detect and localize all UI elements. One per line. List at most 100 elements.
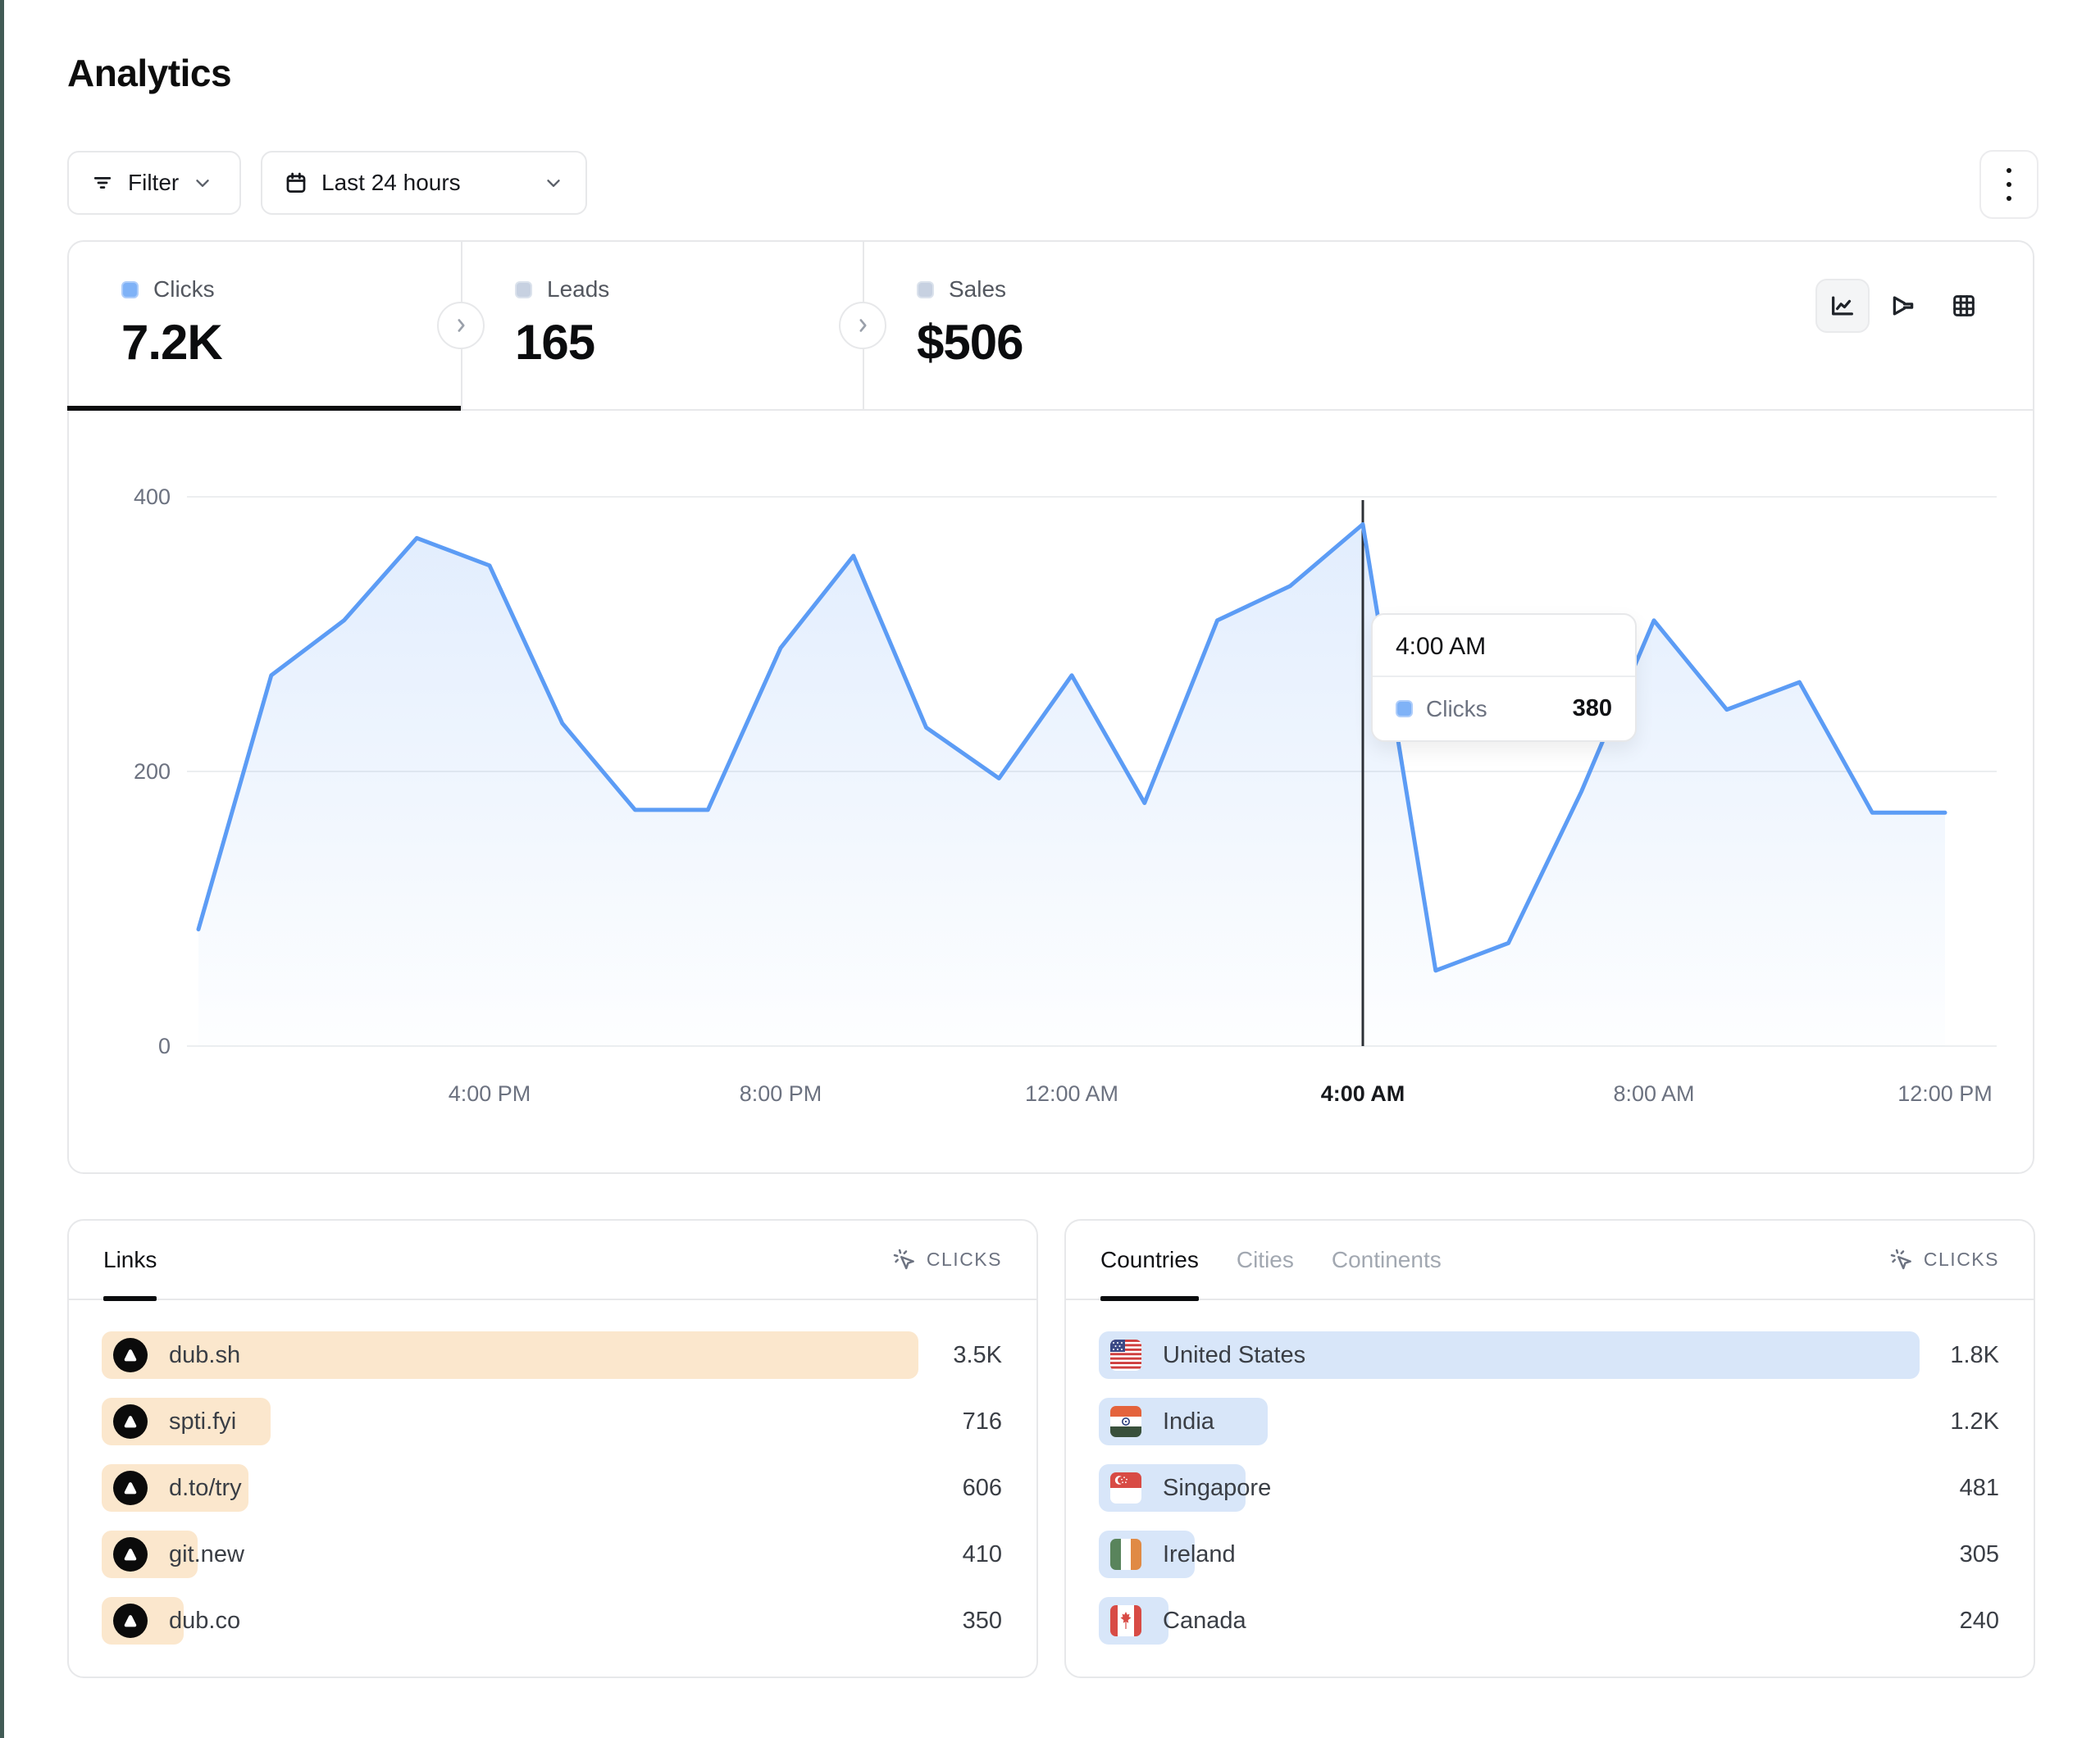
view-toggle-table[interactable]	[1937, 279, 1991, 333]
tooltip-legend-chip	[1396, 700, 1413, 717]
row-content: d.to/try	[113, 1464, 242, 1512]
funnel-icon	[1889, 292, 1917, 320]
link-row[interactable]: d.to/try 606	[102, 1464, 1002, 1512]
dub-logo-icon	[113, 1404, 148, 1439]
tooltip-value: 380	[1573, 695, 1612, 722]
link-row[interactable]: git.new 410	[102, 1531, 1002, 1578]
cursor-click-icon	[892, 1248, 917, 1272]
row-content: Canada	[1110, 1597, 1246, 1645]
sales-legend-chip	[917, 281, 934, 298]
tooltip-series-label: Clicks	[1426, 696, 1560, 722]
chevron-down-icon	[543, 172, 564, 193]
row-content: Singapore	[1110, 1464, 1271, 1512]
links-panel-header: Links CLICKS	[69, 1221, 1036, 1300]
links-rows: dub.sh 3.5K spti.fyi716 d.to/try 606 git.new 4…	[102, 1331, 1002, 1663]
link-row[interactable]: spti.fyi716	[102, 1398, 1002, 1445]
stat-tab-clicks[interactable]: Clicks 7.2K	[67, 240, 461, 409]
stat-value: $506	[917, 314, 1264, 371]
table-grid-icon	[1950, 292, 1978, 320]
countries-panel: Countries Cities Continents CLICKS Unite…	[1064, 1219, 2035, 1678]
stat-tab-leads[interactable]: Leads 165	[461, 240, 863, 409]
row-label: India	[1163, 1408, 1214, 1435]
line-chart-icon	[1829, 292, 1856, 320]
stat-label: Clicks	[153, 276, 215, 303]
more-options-button[interactable]	[1979, 150, 2039, 219]
stat-value: 165	[515, 314, 863, 371]
flag-icon-ie	[1110, 1539, 1141, 1570]
stat-label: Leads	[547, 276, 609, 303]
country-row[interactable]: Ireland 305	[1099, 1531, 1999, 1578]
row-content: git.new	[113, 1531, 244, 1578]
date-range-label: Last 24 hours	[321, 170, 530, 196]
filter-icon	[90, 171, 115, 195]
countries-rows: United States 1.8K India1.2K Singapore481 Ir…	[1099, 1331, 1999, 1663]
date-range-button[interactable]: Last 24 hours	[261, 151, 587, 215]
view-toggle-funnel[interactable]	[1876, 279, 1930, 333]
row-content: dub.sh	[113, 1331, 240, 1379]
metric-label: CLICKS	[927, 1249, 1002, 1271]
stat-value: 7.2K	[121, 314, 461, 371]
flag-icon-ca	[1110, 1605, 1141, 1636]
flag-icon-in	[1110, 1406, 1141, 1437]
row-value: 3.5K	[953, 1331, 1002, 1379]
link-row[interactable]: dub.sh 3.5K	[102, 1331, 1002, 1379]
row-content: spti.fyi	[113, 1398, 236, 1445]
row-value: 240	[1960, 1597, 1999, 1645]
tab-cities[interactable]: Cities	[1237, 1220, 1294, 1299]
y-axis-tick: 0	[158, 1034, 171, 1058]
row-label: Singapore	[1163, 1475, 1271, 1502]
clicks-legend-chip	[121, 281, 139, 298]
flag-icon-sg	[1110, 1472, 1141, 1504]
page-title: Analytics	[67, 51, 231, 95]
view-toggle-line-chart[interactable]	[1815, 279, 1870, 333]
row-value: 410	[963, 1531, 1002, 1578]
stat-tab-sales[interactable]: Sales $506	[863, 240, 1264, 409]
row-label: git.new	[169, 1541, 244, 1568]
filter-button-label: Filter	[128, 170, 179, 196]
chart-tooltip: 4:00 AM Clicks 380	[1371, 613, 1637, 742]
tab-continents[interactable]: Continents	[1332, 1220, 1442, 1299]
x-axis-tick: 4:00 AM	[1321, 1081, 1405, 1106]
link-row[interactable]: dub.co350	[102, 1597, 1002, 1645]
x-axis-tick: 4:00 PM	[449, 1081, 531, 1106]
row-value: 305	[1960, 1531, 1999, 1578]
area-fill	[198, 525, 1945, 1047]
row-content: Ireland	[1110, 1531, 1236, 1578]
row-content: India	[1110, 1398, 1214, 1445]
metric-label: CLICKS	[1924, 1249, 1999, 1271]
x-axis-tick: 12:00 PM	[1897, 1081, 1993, 1106]
dub-logo-icon	[113, 1537, 148, 1572]
row-content: United States	[1110, 1331, 1305, 1379]
row-label: Ireland	[1163, 1541, 1236, 1568]
tooltip-time: 4:00 AM	[1373, 615, 1635, 677]
dub-logo-icon	[113, 1471, 148, 1505]
row-value: 1.8K	[1950, 1331, 1999, 1379]
x-axis-tick: 12:00 AM	[1025, 1081, 1118, 1106]
clicks-area-chart[interactable]: 400 200 0 4:00 PM 8:00 PM 12:00 AM 4:00 AM 8:00…	[123, 455, 2009, 1135]
analytics-page: Analytics Filter Last 24 hours	[0, 0, 2100, 1738]
active-stat-underline	[67, 406, 461, 411]
country-row[interactable]: India1.2K	[1099, 1398, 1999, 1445]
country-row[interactable]: Singapore481	[1099, 1464, 1999, 1512]
links-metric-header[interactable]: CLICKS	[892, 1248, 1002, 1272]
country-row[interactable]: Canada 240	[1099, 1597, 1999, 1645]
y-axis-tick: 200	[134, 759, 171, 784]
filter-button[interactable]: Filter	[67, 151, 241, 215]
window-edge-stripe	[0, 0, 4, 1738]
countries-metric-header[interactable]: CLICKS	[1889, 1248, 1999, 1272]
tab-links[interactable]: Links	[103, 1220, 157, 1299]
x-axis-tick: 8:00 AM	[1613, 1081, 1694, 1106]
leads-legend-chip	[515, 281, 532, 298]
row-value: 606	[963, 1464, 1002, 1512]
stat-switch-button[interactable]	[437, 302, 485, 349]
row-label: dub.co	[169, 1608, 240, 1635]
stat-switch-button[interactable]	[839, 302, 886, 349]
x-axis-tick: 8:00 PM	[740, 1081, 822, 1106]
countries-panel-header: Countries Cities Continents CLICKS	[1066, 1221, 2034, 1300]
row-label: d.to/try	[169, 1475, 242, 1502]
row-label: spti.fyi	[169, 1408, 236, 1435]
country-row[interactable]: United States 1.8K	[1099, 1331, 1999, 1379]
tab-countries[interactable]: Countries	[1100, 1220, 1199, 1299]
y-axis-tick: 400	[134, 485, 171, 509]
dub-logo-icon	[113, 1338, 148, 1372]
